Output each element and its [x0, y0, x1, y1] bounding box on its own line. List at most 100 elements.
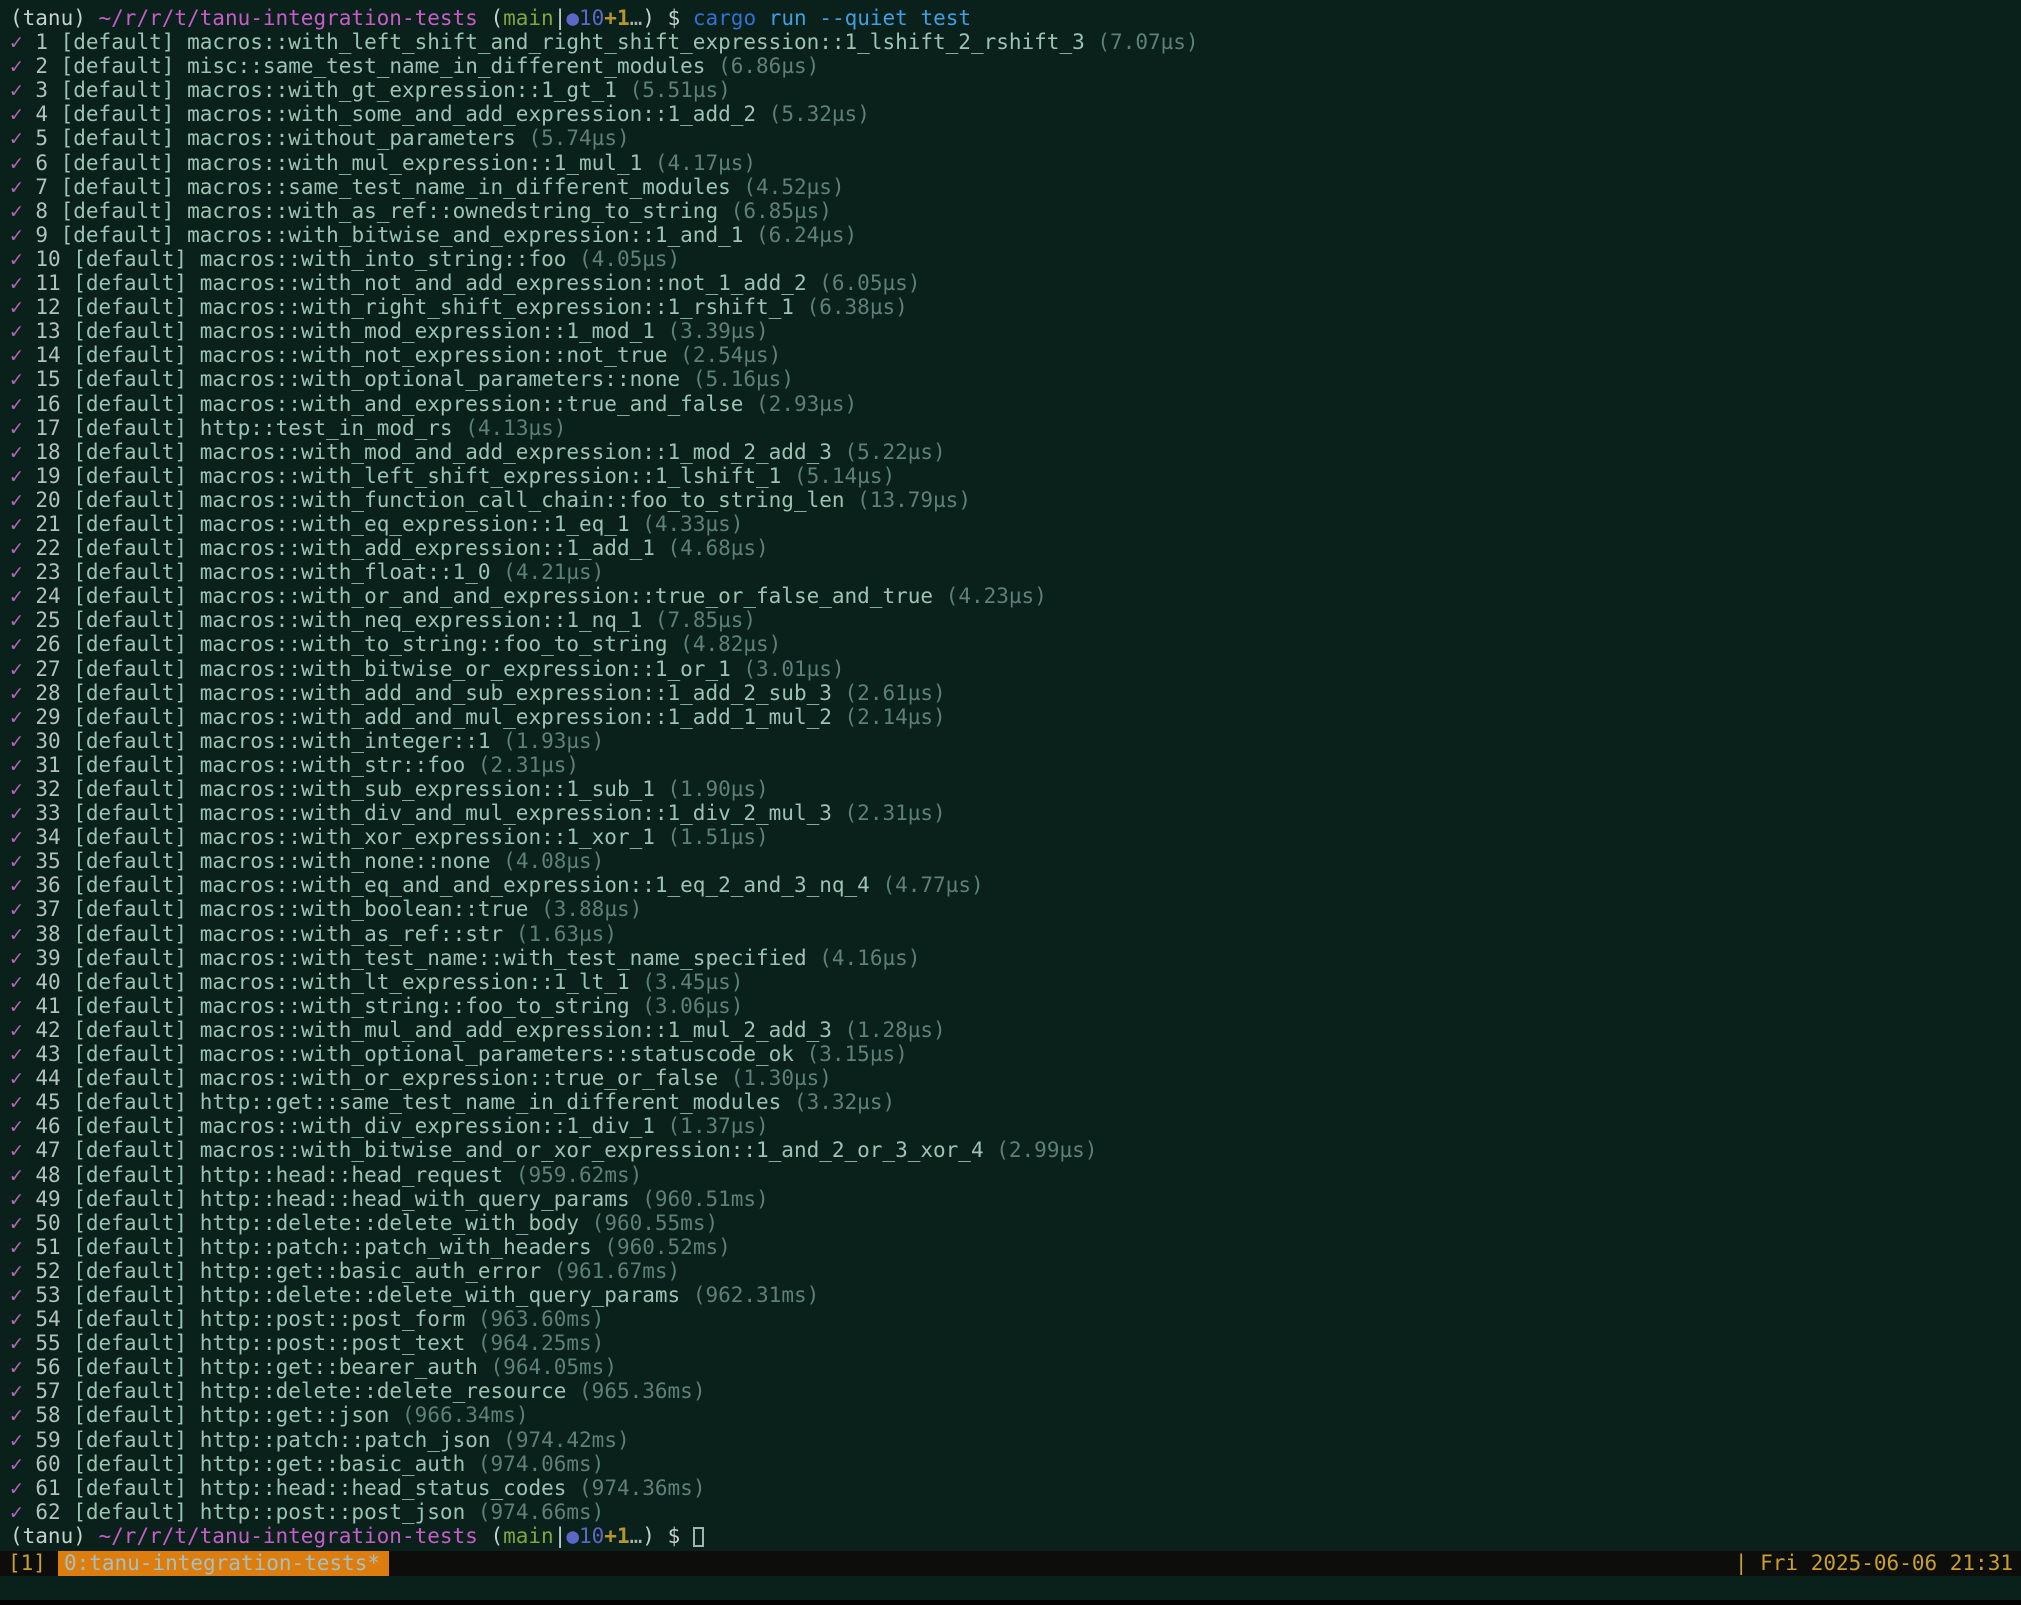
check-icon: ✓ — [10, 151, 23, 175]
check-icon: ✓ — [10, 994, 23, 1018]
test-row: ✓ 14 [default] macros::with_not_expressi… — [10, 343, 2021, 367]
test-row: ✓ 32 [default] macros::with_sub_expressi… — [10, 777, 2021, 801]
test-name: macros::with_or_expression::true_or_fals… — [200, 1066, 718, 1090]
test-name: http::delete::delete_resource — [200, 1379, 567, 1403]
test-time: (974.66ms) — [478, 1500, 604, 1524]
test-name: macros::with_optional_parameters::none — [200, 367, 680, 391]
test-number: 29 — [35, 705, 60, 729]
test-row: ✓ 45 [default] http::get::same_test_name… — [10, 1090, 2021, 1114]
test-row: ✓ 39 [default] macros::with_test_name::w… — [10, 946, 2021, 970]
test-scope: [default] — [73, 1042, 187, 1066]
test-scope: [default] — [73, 1018, 187, 1042]
test-number: 59 — [35, 1428, 60, 1452]
test-number: 31 — [35, 753, 60, 777]
check-icon: ✓ — [10, 1307, 23, 1331]
check-icon: ✓ — [10, 1163, 23, 1187]
terminal-screen[interactable]: (tanu) ~/r/r/t/tanu-integration-tests (m… — [0, 0, 2021, 1605]
test-number: 10 — [35, 247, 60, 271]
test-row: ✓ 16 [default] macros::with_and_expressi… — [10, 392, 2021, 416]
test-time: (5.14µs) — [794, 464, 895, 488]
test-name: http::get::json — [200, 1403, 390, 1427]
test-name: macros::with_eq_and_and_expression::1_eq… — [200, 873, 870, 897]
shell-prompt-bottom: (tanu) ~/r/r/t/tanu-integration-tests (m… — [10, 1524, 2021, 1548]
test-row: ✓ 56 [default] http::get::bearer_auth (9… — [10, 1355, 2021, 1379]
test-number: 39 — [35, 946, 60, 970]
test-number: 11 — [35, 271, 60, 295]
test-number: 20 — [35, 488, 60, 512]
test-number: 28 — [35, 681, 60, 705]
test-row: ✓ 26 [default] macros::with_to_string::f… — [10, 632, 2021, 656]
test-time: (6.86µs) — [718, 54, 819, 78]
test-scope: [default] — [73, 584, 187, 608]
test-row: ✓ 31 [default] macros::with_str::foo (2.… — [10, 753, 2021, 777]
test-time: (5.32µs) — [769, 102, 870, 126]
test-time: (2.61µs) — [845, 681, 946, 705]
test-scope: [default] — [61, 151, 175, 175]
test-number: 25 — [35, 608, 60, 632]
check-icon: ✓ — [10, 632, 23, 656]
test-row: ✓ 51 [default] http::patch::patch_with_h… — [10, 1235, 2021, 1259]
test-time: (4.52µs) — [743, 175, 844, 199]
test-scope: [default] — [73, 922, 187, 946]
test-name: macros::with_left_shift_expression::1_ls… — [200, 464, 782, 488]
tmux-session-tab[interactable]: 0:tanu-integration-tests* — [58, 1551, 389, 1576]
test-number: 30 — [35, 729, 60, 753]
test-number: 2 — [35, 54, 48, 78]
test-time: (2.54µs) — [680, 343, 781, 367]
tmux-status-bar: [1] 0:tanu-integration-tests* | Fri 2025… — [0, 1551, 2021, 1576]
check-icon: ✓ — [10, 560, 23, 584]
cwd-path: ~/r/r/t/tanu-integration-tests — [99, 6, 478, 30]
test-name: macros::with_mul_expression::1_mul_1 — [187, 151, 642, 175]
test-name: http::get::basic_auth_error — [200, 1259, 541, 1283]
test-row: ✓ 18 [default] macros::with_mod_and_add_… — [10, 440, 2021, 464]
cwd-path: ~/r/r/t/tanu-integration-tests — [99, 1524, 478, 1548]
tmux-window-flag: [1] — [0, 1551, 46, 1575]
test-name: http::head::head_with_query_params — [200, 1187, 630, 1211]
test-row: ✓ 60 [default] http::get::basic_auth (97… — [10, 1452, 2021, 1476]
test-scope: [default] — [73, 608, 187, 632]
test-scope: [default] — [73, 994, 187, 1018]
test-time: (4.68µs) — [668, 536, 769, 560]
test-number: 56 — [35, 1355, 60, 1379]
test-number: 44 — [35, 1066, 60, 1090]
test-name: macros::with_bitwise_and_expression::1_a… — [187, 223, 743, 247]
test-name: macros::with_float::1_0 — [200, 560, 491, 584]
test-number: 21 — [35, 512, 60, 536]
test-row: ✓ 43 [default] macros::with_optional_par… — [10, 1042, 2021, 1066]
test-row: ✓ 6 [default] macros::with_mul_expressio… — [10, 151, 2021, 175]
test-number: 33 — [35, 801, 60, 825]
test-number: 34 — [35, 825, 60, 849]
check-icon: ✓ — [10, 416, 23, 440]
git-staged-count: +1 — [604, 6, 629, 30]
test-number: 50 — [35, 1211, 60, 1235]
test-time: (1.37µs) — [668, 1114, 769, 1138]
test-scope: [default] — [73, 560, 187, 584]
check-icon: ✓ — [10, 488, 23, 512]
test-row: ✓ 40 [default] macros::with_lt_expressio… — [10, 970, 2021, 994]
test-time: (4.13µs) — [465, 416, 566, 440]
test-time: (5.16µs) — [693, 367, 794, 391]
check-icon: ✓ — [10, 1066, 23, 1090]
test-time: (964.05ms) — [491, 1355, 617, 1379]
test-scope: [default] — [73, 1066, 187, 1090]
check-icon: ✓ — [10, 825, 23, 849]
test-number: 23 — [35, 560, 60, 584]
test-time: (2.99µs) — [996, 1138, 1097, 1162]
test-number: 55 — [35, 1331, 60, 1355]
test-time: (1.90µs) — [668, 777, 769, 801]
test-row: ✓ 34 [default] macros::with_xor_expressi… — [10, 825, 2021, 849]
test-number: 15 — [35, 367, 60, 391]
test-time: (2.31µs) — [845, 801, 946, 825]
check-icon: ✓ — [10, 30, 23, 54]
check-icon: ✓ — [10, 126, 23, 150]
test-row: ✓ 44 [default] macros::with_or_expressio… — [10, 1066, 2021, 1090]
check-icon: ✓ — [10, 199, 23, 223]
test-row: ✓ 19 [default] macros::with_left_shift_e… — [10, 464, 2021, 488]
test-number: 8 — [35, 199, 48, 223]
test-time: (2.14µs) — [845, 705, 946, 729]
test-scope: [default] — [73, 536, 187, 560]
test-scope: [default] — [73, 970, 187, 994]
check-icon: ✓ — [10, 247, 23, 271]
test-time: (3.88µs) — [541, 897, 642, 921]
command-program: cargo — [693, 6, 756, 30]
